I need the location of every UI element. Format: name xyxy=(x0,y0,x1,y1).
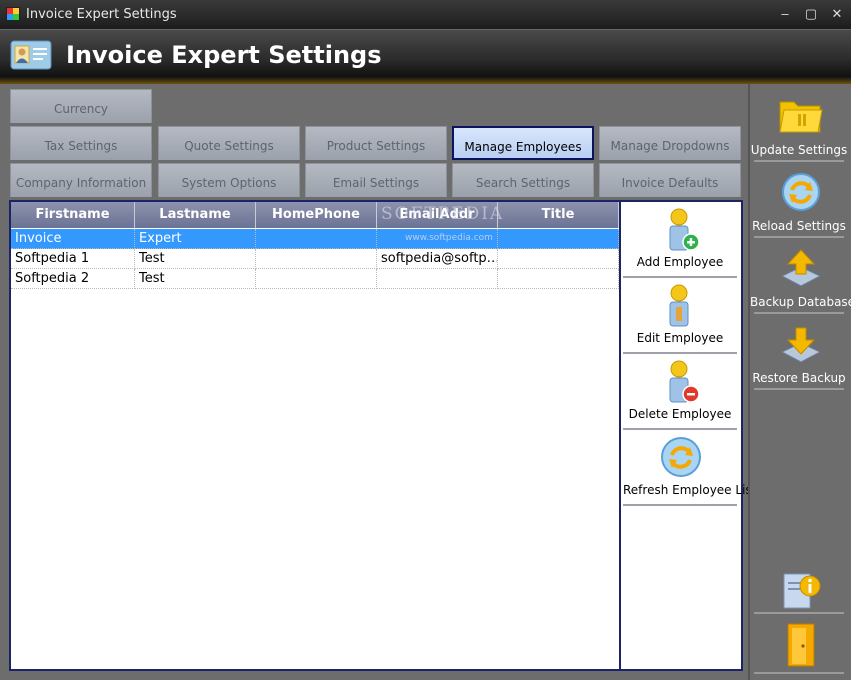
edit-employee-button[interactable]: Edit Employee xyxy=(623,278,737,354)
delete-employee-button[interactable]: Delete Employee xyxy=(623,354,737,430)
close-button[interactable]: ✕ xyxy=(826,4,848,24)
exit-door-icon xyxy=(787,623,815,667)
tab-system-options[interactable]: System Options xyxy=(158,163,300,197)
tab-quote-settings[interactable]: Quote Settings xyxy=(158,126,300,160)
tab-company-information[interactable]: Company Information xyxy=(10,163,152,197)
tab-search-settings[interactable]: Search Settings xyxy=(452,163,594,197)
cell-firstname: Softpedia 2 xyxy=(11,269,135,289)
column-header-firstname[interactable]: Firstname xyxy=(11,202,135,228)
tab-currency[interactable]: Currency xyxy=(10,89,152,123)
employee-grid[interactable]: Firstname Lastname HomePhone EmailAddr T… xyxy=(11,202,619,669)
cell-firstname: Invoice xyxy=(11,229,135,249)
minimize-button[interactable]: – xyxy=(774,4,796,24)
table-row[interactable]: Invoice Expert xyxy=(11,229,619,249)
tab-product-settings[interactable]: Product Settings xyxy=(305,126,447,160)
refresh-employee-list-label: Refresh Employee List xyxy=(623,483,757,497)
delete-employee-label: Delete Employee xyxy=(628,407,732,421)
cell-firstname: Softpedia 1 xyxy=(11,249,135,269)
maximize-button[interactable]: ▢ xyxy=(800,4,822,24)
cell-lastname: Test xyxy=(135,249,256,269)
reload-settings-button[interactable]: Reload Settings xyxy=(752,164,846,238)
backup-database-label: Backup Database xyxy=(750,295,851,309)
table-row[interactable]: Softpedia 1 Test softpedia@softp… xyxy=(11,249,619,269)
employee-actions: Add Employee Edit Employee Delete Employ… xyxy=(619,202,757,669)
info-document-icon xyxy=(783,573,821,609)
update-settings-label: Update Settings xyxy=(750,143,848,157)
cell-homephone xyxy=(256,249,377,269)
edit-user-icon xyxy=(669,284,689,327)
page-title: Invoice Expert Settings xyxy=(66,41,382,69)
cell-title xyxy=(498,249,619,269)
backup-icon xyxy=(780,249,822,287)
grid-header: Firstname Lastname HomePhone EmailAddr T… xyxy=(11,202,619,228)
column-header-title[interactable]: Title xyxy=(498,202,619,228)
id-card-icon xyxy=(10,40,52,70)
column-header-lastname[interactable]: Lastname xyxy=(135,202,256,228)
restore-icon xyxy=(780,327,822,363)
column-header-homephone[interactable]: HomePhone xyxy=(256,202,377,228)
cell-homephone xyxy=(256,269,377,289)
cell-title xyxy=(498,269,619,289)
update-settings-button[interactable]: Update Settings xyxy=(751,88,847,162)
watermark: SOFTPEDIA xyxy=(381,204,505,224)
cell-homephone xyxy=(256,229,377,249)
title-bar: Invoice Expert Settings – ▢ ✕ xyxy=(0,0,851,29)
cell-lastname: Test xyxy=(135,269,256,289)
refresh-employee-list-button[interactable]: Refresh Employee List xyxy=(623,430,757,506)
cell-emailaddr xyxy=(377,269,498,289)
tab-invoice-defaults[interactable]: Invoice Defaults xyxy=(599,163,741,197)
add-employee-label: Add Employee xyxy=(636,255,724,269)
about-button[interactable] xyxy=(754,554,844,614)
add-employee-button[interactable]: Add Employee xyxy=(623,202,737,278)
restore-backup-label: Restore Backup xyxy=(752,371,846,385)
tab-email-settings[interactable]: Email Settings xyxy=(305,163,447,197)
window-title: Invoice Expert Settings xyxy=(26,7,177,22)
exit-button[interactable] xyxy=(754,616,844,674)
reload-settings-label: Reload Settings xyxy=(752,219,846,233)
tab-tax-settings[interactable]: Tax Settings xyxy=(10,126,152,160)
backup-database-button[interactable]: Backup Database xyxy=(750,240,851,314)
right-sidebar: Update Settings Reload Settings Backup D… xyxy=(748,84,851,680)
tab-manage-employees[interactable]: Manage Employees xyxy=(452,126,594,160)
watermark-url: www.softpedia.com xyxy=(405,233,493,243)
table-row[interactable]: Softpedia 2 Test xyxy=(11,269,619,289)
app-icon xyxy=(6,7,20,21)
cell-title xyxy=(498,229,619,249)
header-banner: Invoice Expert Settings xyxy=(0,29,851,85)
edit-employee-label: Edit Employee xyxy=(636,331,724,345)
restore-backup-button[interactable]: Restore Backup xyxy=(752,316,846,390)
tab-manage-dropdowns[interactable]: Manage Dropdowns xyxy=(599,126,741,160)
employees-panel: Firstname Lastname HomePhone EmailAddr T… xyxy=(9,200,757,671)
add-user-icon xyxy=(669,208,700,251)
reload-icon xyxy=(782,173,820,211)
folder-icon xyxy=(779,101,823,133)
cell-lastname: Expert xyxy=(135,229,256,249)
cell-emailaddr: softpedia@softp… xyxy=(377,249,498,269)
refresh-icon xyxy=(661,437,701,477)
delete-user-icon xyxy=(669,360,700,403)
